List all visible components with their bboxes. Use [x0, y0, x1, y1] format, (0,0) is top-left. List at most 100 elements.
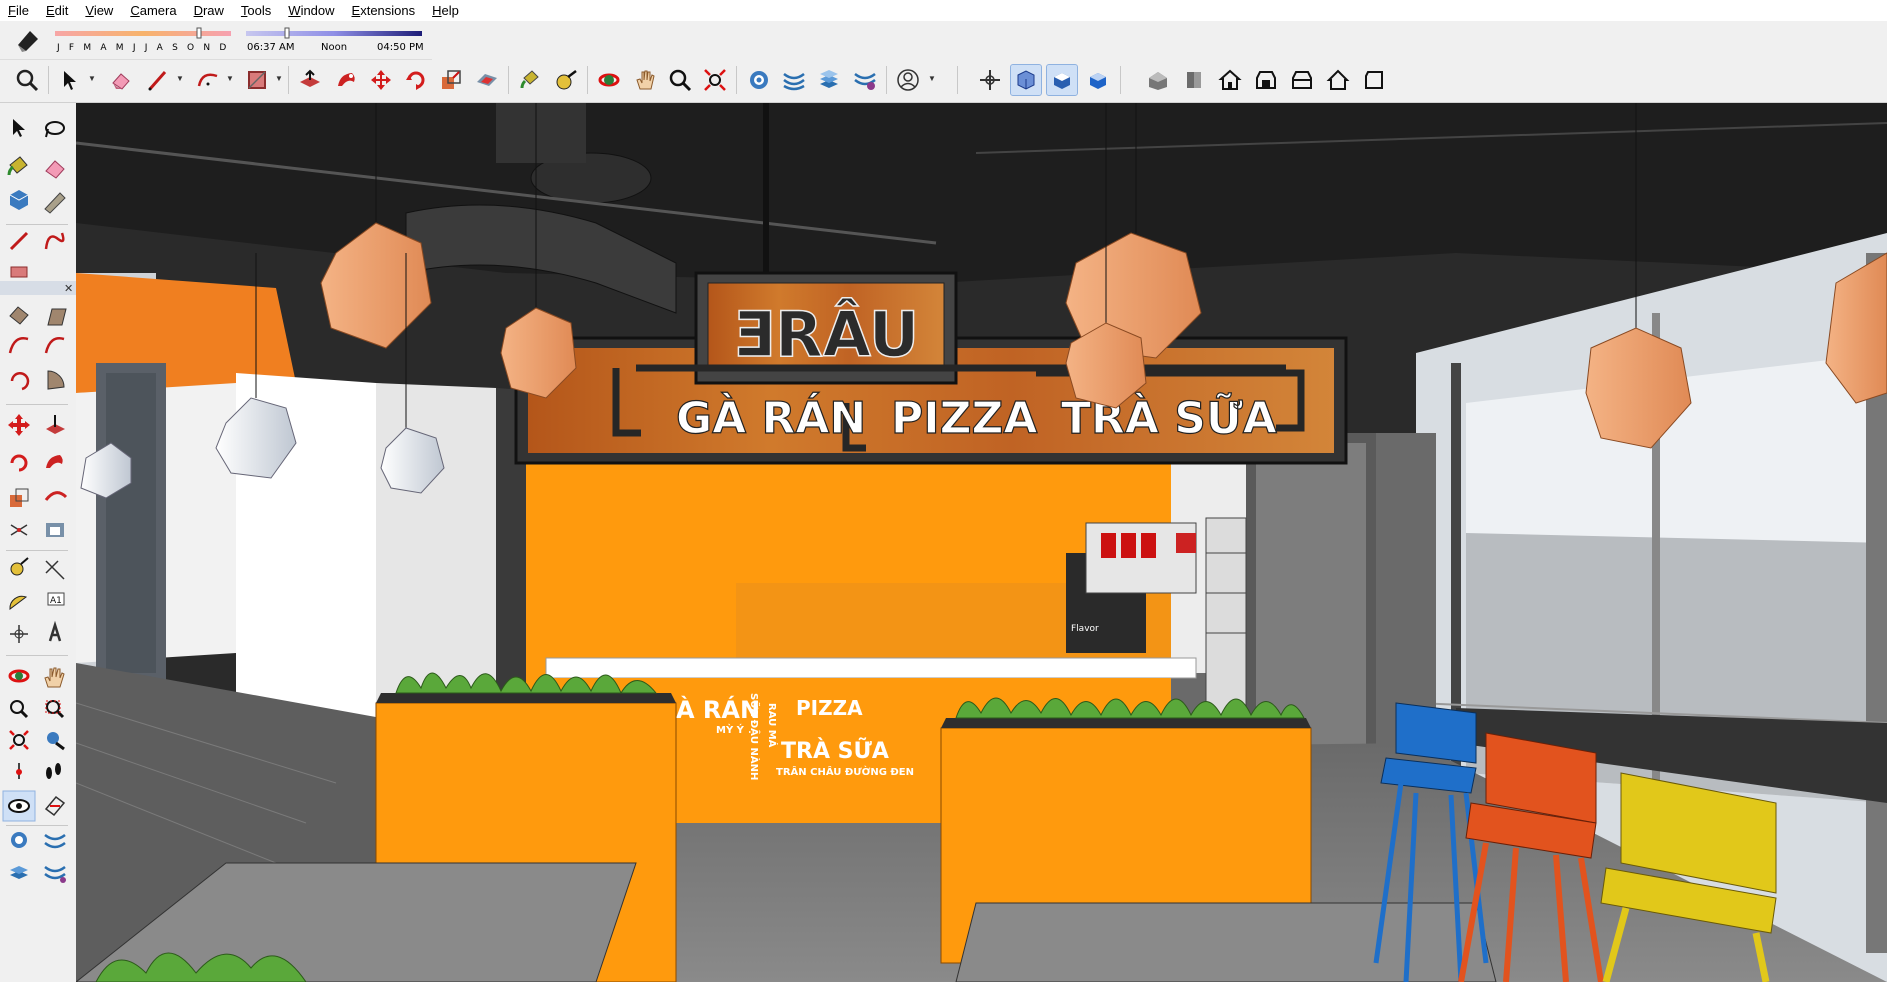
flip-icon[interactable] [10, 524, 28, 536]
paint-tool-icon[interactable] [7, 156, 28, 176]
offset-tool-icon[interactable] [44, 491, 68, 501]
push-pull-icon[interactable] [295, 65, 325, 95]
pencil-tool-icon[interactable] [9, 231, 29, 251]
text-tool-icon[interactable]: A1 [47, 592, 65, 606]
select-tool-icon[interactable] [13, 119, 25, 137]
menu-edit[interactable]: Edit [38, 0, 77, 21]
sandbox-flip-icon[interactable] [44, 865, 66, 883]
rotate-icon[interactable] [401, 65, 431, 95]
sandbox-contours-icon[interactable] [11, 832, 27, 848]
previous-view-icon[interactable] [47, 732, 65, 751]
pie-icon[interactable] [47, 370, 65, 390]
pencil-dropdown-icon[interactable]: ▼ [176, 74, 184, 84]
move-icon[interactable] [366, 65, 396, 95]
rectangle-icon[interactable] [242, 65, 272, 95]
section-plane-icon[interactable] [44, 795, 66, 817]
scale-tool-icon[interactable] [10, 488, 29, 507]
position-camera-icon[interactable] [16, 763, 22, 779]
shaded-style-icon[interactable] [1083, 65, 1113, 95]
top-view-icon[interactable] [1179, 65, 1209, 95]
tape-measure-icon[interactable] [551, 65, 581, 95]
menu-camera[interactable]: Camera [122, 0, 185, 21]
tape-measure-tool-icon[interactable] [10, 557, 29, 576]
menu-tools[interactable]: Tools [233, 0, 280, 21]
time-slider[interactable] [246, 31, 422, 36]
arc-tool-icon[interactable] [8, 337, 29, 354]
rectangle-dropdown-icon[interactable]: ▼ [275, 74, 283, 84]
xray-style-icon[interactable] [1010, 64, 1042, 96]
polygon-icon[interactable] [47, 308, 67, 326]
account-dropdown-icon[interactable]: ▼ [928, 74, 936, 84]
3d-text-icon[interactable] [48, 620, 62, 642]
menu-help[interactable]: Help [424, 0, 468, 21]
time-start-label: 06:37 AM [247, 42, 294, 53]
orbit-icon[interactable] [594, 65, 624, 95]
axes-icon[interactable] [975, 65, 1005, 95]
paint-bucket-icon[interactable] [515, 65, 545, 95]
counter-text-suadaunanh: SỮA ĐẬU NÀNH [748, 693, 761, 780]
front-view-icon[interactable] [1215, 65, 1245, 95]
pan-tool-icon[interactable] [44, 667, 65, 688]
offset-icon[interactable] [472, 65, 502, 95]
user-account-icon[interactable] [893, 65, 923, 95]
eraser-tool-icon[interactable] [45, 160, 65, 179]
zoom-window-icon[interactable] [665, 65, 695, 95]
hidden-line-style-icon[interactable] [1046, 64, 1078, 96]
look-around-icon[interactable] [8, 799, 30, 813]
sandbox-drape-icon[interactable] [850, 65, 880, 95]
zoom-extents-tool-icon[interactable] [9, 730, 29, 750]
menu-file[interactable]: File [0, 0, 38, 21]
shadow-panel: J F M A M J J A S O N D 06:37 AM Noon 04… [14, 27, 424, 53]
arc-dropdown-icon[interactable]: ▼ [226, 74, 234, 84]
zoom-window-tool-icon[interactable] [45, 700, 65, 719]
axes-tool-icon[interactable] [10, 625, 28, 643]
protractor-icon[interactable] [9, 595, 28, 610]
pencil-icon[interactable] [143, 65, 173, 95]
orbit-tool-icon[interactable] [8, 669, 30, 683]
menu-extensions[interactable]: Extensions [344, 0, 425, 21]
shadow-toggle-icon[interactable] [14, 28, 40, 52]
back-view-icon[interactable] [1287, 65, 1317, 95]
sample-paint-icon[interactable] [44, 192, 66, 214]
menu-draw[interactable]: Draw [186, 0, 233, 21]
sandbox-icon[interactable] [744, 65, 774, 95]
select-icon[interactable] [55, 65, 85, 95]
two-point-arc-icon[interactable] [44, 337, 65, 354]
eraser-icon[interactable] [106, 65, 136, 95]
push-pull-tool-icon[interactable] [46, 415, 65, 434]
select-dropdown-icon[interactable]: ▼ [88, 74, 96, 84]
menu-window[interactable]: Window [280, 0, 343, 21]
time-end-label: 04:50 PM [377, 42, 424, 53]
zoom-icon[interactable] [12, 65, 42, 95]
move-tool-icon[interactable] [8, 414, 30, 436]
circle-icon[interactable] [10, 372, 30, 391]
component-icon[interactable] [9, 190, 29, 210]
walk-icon[interactable] [46, 763, 61, 779]
sandbox-stamp-tool-icon[interactable] [10, 866, 28, 879]
lasso-select-icon[interactable] [45, 121, 65, 138]
zoom-extents-icon[interactable] [700, 65, 730, 95]
right-view-icon[interactable] [1251, 65, 1281, 95]
menu-view[interactable]: View [77, 0, 122, 21]
follow-me-icon[interactable] [331, 65, 361, 95]
panel-close-icon[interactable]: ✕ [64, 282, 73, 295]
rotated-rectangle-icon[interactable] [9, 306, 29, 325]
rectangle-tool-icon[interactable] [10, 266, 28, 278]
rotate-tool-icon[interactable] [10, 454, 28, 472]
sandbox-grid-icon[interactable] [779, 65, 809, 95]
freehand-icon[interactable] [44, 232, 65, 250]
3d-viewport[interactable]: Flavor À RÁN PIZZA TRÀ SỮA MỲ Ý SỮA ĐẬU … [76, 103, 1887, 982]
arc-icon[interactable] [193, 65, 223, 95]
iso-view-icon[interactable] [1143, 65, 1173, 95]
zoom-tool-icon[interactable] [10, 700, 29, 719]
bottom-view-icon[interactable] [1359, 65, 1389, 95]
month-slider[interactable] [55, 31, 231, 36]
sandbox-stamp-icon[interactable] [814, 65, 844, 95]
sandbox-scratch-icon[interactable] [44, 833, 66, 849]
tool-style-icon[interactable] [46, 523, 64, 537]
follow-me-tool-icon[interactable] [46, 455, 63, 468]
left-view-icon[interactable] [1323, 65, 1353, 95]
pan-icon[interactable] [630, 65, 660, 95]
scale-icon[interactable] [436, 65, 466, 95]
dimension-icon[interactable] [45, 560, 65, 580]
